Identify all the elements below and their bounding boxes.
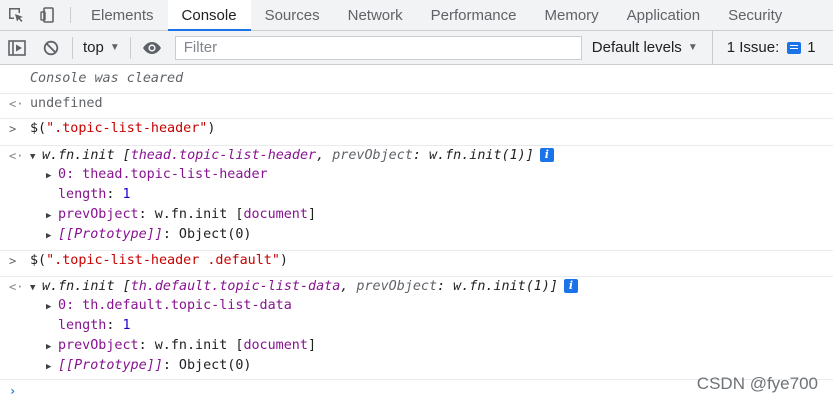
prev-end: ] [307, 207, 316, 222]
chevron-down-icon: ▼ [109, 42, 120, 53]
device-toolbar-icon[interactable] [32, 0, 64, 30]
summary-val: : w.fn.init(1)] [437, 279, 558, 294]
watermark: CSDN @fye700 [696, 374, 818, 393]
live-expression-button[interactable] [135, 31, 169, 64]
return-arrow-icon: <· [9, 280, 24, 294]
tab-sources[interactable]: Sources [251, 0, 334, 30]
clear-console-button[interactable] [34, 31, 68, 64]
tab-elements[interactable]: Elements [77, 0, 168, 30]
undefined-value: undefined [30, 96, 103, 111]
eye-icon [142, 41, 161, 54]
context-selector[interactable]: top ▼ [77, 39, 126, 56]
info-icon[interactable]: i [539, 148, 554, 162]
proto-val: : Object(0) [162, 358, 252, 373]
expand-triangle-icon[interactable]: ▶ [46, 297, 58, 317]
clear-console-icon [43, 40, 59, 55]
cmd-suffix: ) [207, 121, 216, 136]
summary-node: th.default.topic-list-data [130, 279, 341, 294]
console-result-1[interactable]: <· ▼ w.fn.init [thead.topic-list-header, … [0, 145, 833, 163]
return-arrow-icon: <· [9, 97, 24, 111]
issue-label: 1 Issue: [726, 39, 780, 56]
length-val: 1 [122, 187, 131, 202]
summary-key: prevObject [332, 148, 413, 163]
length-key: length [58, 187, 107, 202]
prev-key: prevObject [58, 207, 139, 222]
expand-triangle-icon[interactable]: ▶ [46, 337, 58, 357]
tab-security[interactable]: Security [714, 0, 796, 30]
item-val: : thead.topic-list-header [66, 167, 268, 182]
tab-memory[interactable]: Memory [531, 0, 613, 30]
item-key: 0 [58, 298, 67, 313]
prev-key: prevObject [58, 338, 139, 353]
tab-network[interactable]: Network [334, 0, 417, 30]
toolbar-separator [72, 36, 73, 59]
cmd-suffix: ) [279, 253, 288, 268]
cmd-prefix: $( [30, 121, 47, 136]
length-val: 1 [122, 318, 131, 333]
cmd-arg: ".topic-list-header" [46, 121, 208, 136]
length-key: length [58, 318, 107, 333]
issues-button[interactable]: 1 Issue: 1 [711, 31, 816, 64]
sidebar-play-icon [8, 39, 26, 56]
summary-val: : w.fn.init(1)] [412, 148, 534, 163]
expand-triangle-icon[interactable]: ▼ [30, 278, 42, 298]
proto-key: [[Prototype]] [58, 358, 163, 373]
chevron-down-icon: ▼ [687, 42, 698, 53]
return-arrow-icon: <· [9, 149, 24, 163]
console-result-2[interactable]: <· ▼ w.fn.init [th.default.topic-list-dat… [0, 276, 833, 294]
prev-val: : w.fn.init [ [138, 338, 244, 353]
summary-sep: , [340, 279, 357, 294]
proto-val: : Object(0) [162, 227, 252, 242]
info-icon[interactable]: i [563, 279, 578, 293]
tab-separator [70, 7, 71, 23]
issue-message-icon [787, 41, 802, 54]
prompt-chevron-icon: › [9, 384, 17, 398]
item-val: : th.default.topic-list-data [66, 298, 292, 313]
summary-node: thead.topic-list-header [130, 148, 317, 163]
toolbar-separator [129, 36, 131, 59]
expand-triangle-icon[interactable]: ▼ [30, 147, 42, 167]
console-return-undefined: <· undefined [0, 93, 833, 111]
item-key: 0 [58, 167, 67, 182]
inspect-element-icon[interactable] [0, 0, 32, 30]
summary-sep: , [316, 148, 333, 163]
console-toolbar: top ▼ Filter Default levels ▼ 1 Issue: 1 [0, 31, 833, 65]
cmd-prefix: $( [30, 253, 47, 268]
prev-end: ] [307, 338, 316, 353]
console-command-2: > $(".topic-list-header .default") [0, 250, 833, 268]
toggle-sidebar-button[interactable] [0, 31, 34, 64]
expand-triangle-icon[interactable]: ▶ [46, 357, 58, 377]
prev-doc: document [243, 338, 308, 353]
expand-triangle-icon[interactable]: ▶ [46, 226, 58, 246]
tab-application[interactable]: Application [613, 0, 714, 30]
expand-triangle-icon[interactable]: ▶ [46, 166, 58, 186]
cmd-arg: ".topic-list-header .default" [46, 253, 280, 268]
input-chevron-icon: > [9, 254, 17, 268]
summary-head: w.fn.init [ [42, 279, 131, 294]
tab-performance[interactable]: Performance [417, 0, 531, 30]
log-levels-dropdown[interactable]: Default levels ▼ [592, 39, 698, 56]
devtools-tab-bar: Elements Console Sources Network Perform… [0, 0, 833, 31]
prev-doc: document [243, 207, 308, 222]
issue-count: 1 [807, 39, 816, 56]
cleared-text: Console was cleared [30, 71, 184, 86]
prev-val: : w.fn.init [ [138, 207, 244, 222]
context-label: top [83, 39, 104, 56]
filter-input[interactable]: Filter [174, 35, 582, 60]
summary-key: prevObject [356, 279, 438, 294]
tab-console[interactable]: Console [167, 0, 251, 31]
levels-label: Default levels [591, 39, 682, 56]
input-chevron-icon: > [9, 122, 17, 136]
expand-triangle-icon[interactable]: ▶ [46, 206, 58, 226]
console-command-1: > $(".topic-list-header") [0, 118, 833, 136]
summary-head: w.fn.init [ [42, 148, 131, 163]
proto-key: [[Prototype]] [58, 227, 163, 242]
